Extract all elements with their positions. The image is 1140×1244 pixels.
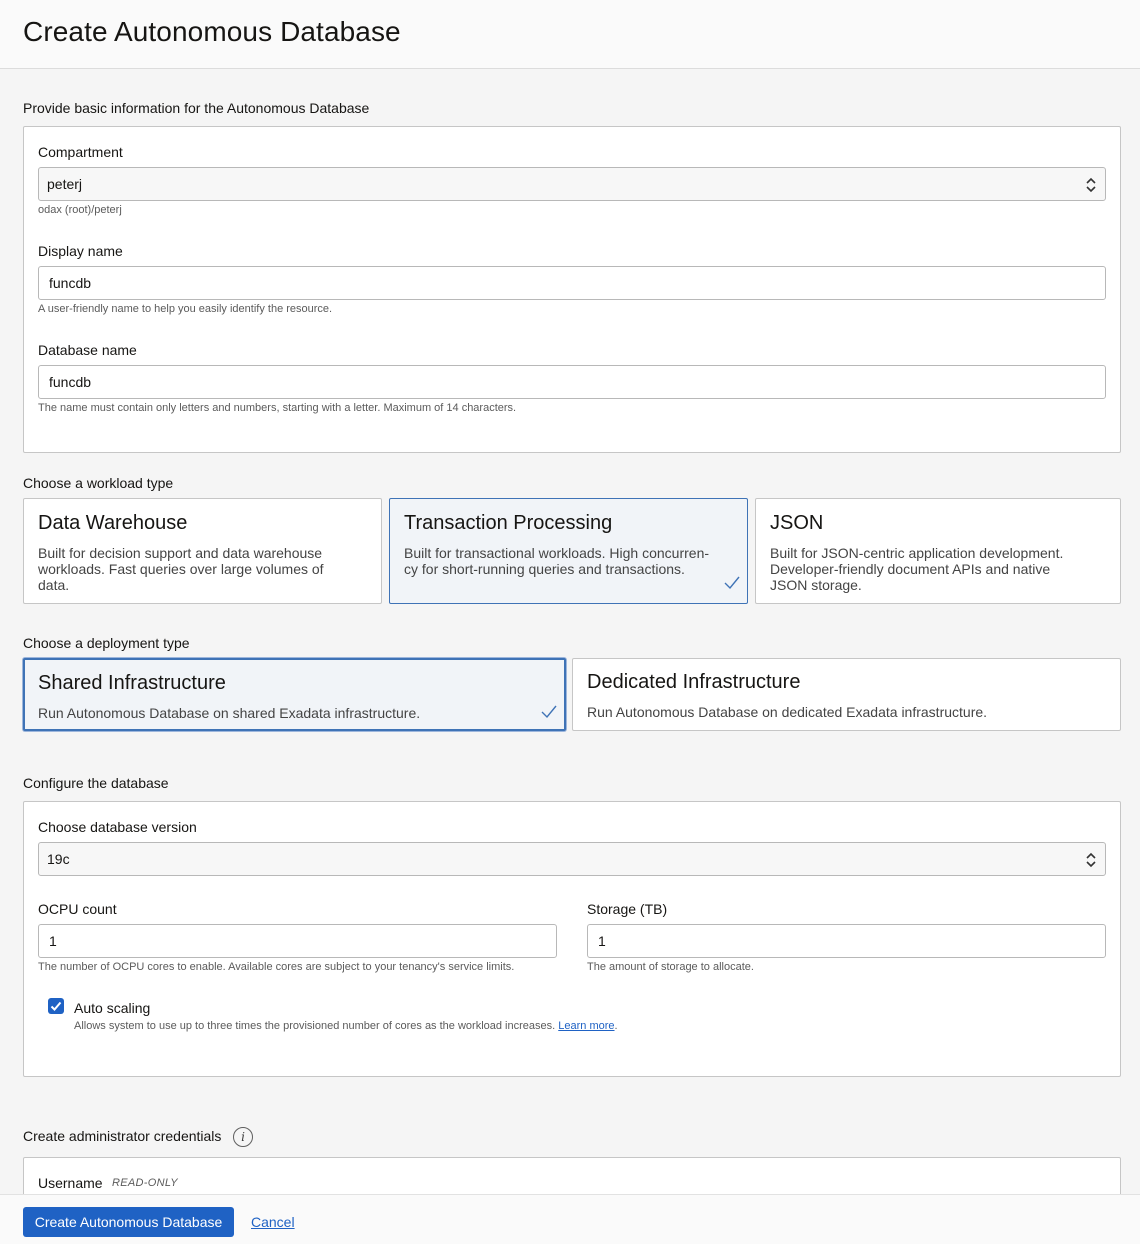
display-name-value: funcdb (49, 275, 92, 291)
storage-label: Storage (TB) (587, 901, 668, 917)
database-name-value: funcdb (49, 374, 92, 390)
compartment-help: odax (root)/peterj (38, 204, 122, 216)
basic-info-section-label: Provide basic information for the Autono… (23, 100, 370, 116)
workload-card-title: Transaction Processing (404, 512, 613, 534)
workload-card-desc: Built for decision support and data ware… (38, 545, 324, 593)
deployment-section-label: Choose a deployment type (23, 635, 190, 651)
storage-help: The amount of storage to allocate. (587, 961, 754, 973)
deployment-card-title: Shared Infrastructure (38, 672, 226, 694)
db-version-label: Choose database version (38, 819, 197, 835)
ocpu-help: The number of OCPU cores to enable. Avai… (38, 961, 515, 973)
database-name-help: The name must contain only letters and n… (38, 402, 517, 414)
page-title: Create Autonomous Database (23, 16, 401, 47)
create-adb-page: Create Autonomous Database Provide basic… (0, 0, 1140, 1244)
desc-line: cy for short-running queries and transac… (404, 561, 685, 577)
auto-scaling-label[interactable]: Auto scaling (74, 1000, 150, 1016)
deployment-card-shared[interactable]: Shared Infrastructure Run Autonomous Dat… (23, 658, 566, 731)
select-chevron-icon (1086, 177, 1096, 193)
deployment-card-desc: Run Autonomous Database on dedicated Exa… (587, 704, 988, 720)
workload-section-label: Choose a workload type (23, 475, 174, 491)
read-only-badge: READ-ONLY (112, 1177, 178, 1189)
create-adb-button[interactable]: Create Autonomous Database (23, 1207, 234, 1237)
db-version-value: 19c (47, 851, 70, 867)
deployment-card-dedicated[interactable]: Dedicated Infrastructure Run Autonomous … (572, 658, 1121, 731)
desc-line: workloads. Fast queries over large volum… (38, 561, 324, 577)
desc-line: Built for transactional workloads. High … (404, 545, 710, 561)
ocpu-count-field[interactable]: 1 (38, 924, 557, 958)
auto-scaling-help-text: Allows system to use up to three times t… (74, 1020, 556, 1032)
page-header: Create Autonomous Database (0, 0, 1140, 69)
workload-card-title: Data Warehouse (38, 512, 188, 534)
select-chevron-icon (1086, 852, 1096, 868)
deployment-card-desc: Run Autonomous Database on shared Exadat… (38, 705, 421, 721)
workload-card-desc: Built for transactional workloads. High … (404, 545, 709, 577)
storage-field[interactable]: 1 (587, 924, 1106, 958)
auto-scaling-checkbox[interactable] (48, 998, 64, 1014)
desc-line: data. (38, 577, 70, 593)
database-name-field[interactable]: funcdb (38, 365, 1106, 399)
auto-scaling-help: Allows system to use up to three times t… (74, 1020, 618, 1032)
workload-card-desc: Built for JSON-centric application devel… (770, 545, 1063, 593)
display-name-label: Display name (38, 243, 123, 259)
username-label: Username (38, 1175, 103, 1191)
configure-section-label: Configure the database (23, 775, 169, 791)
desc-line: Built for decision support and data ware… (38, 545, 323, 561)
ocpu-label: OCPU count (38, 901, 117, 917)
learn-more-link[interactable]: Learn more (558, 1020, 614, 1032)
basic-info-panel: Compartment peterj odax (root)/peterj Di… (23, 126, 1121, 453)
workload-card-title: JSON (770, 512, 824, 534)
desc-line: Built for JSON-centric application devel… (770, 545, 1064, 561)
info-icon[interactable]: i (233, 1127, 253, 1147)
checkmark-icon (724, 576, 740, 590)
workload-card-transaction-processing[interactable]: Transaction Processing Built for transac… (389, 498, 748, 604)
footer-bar: Create Autonomous Database Cancel (0, 1194, 1140, 1244)
db-version-select[interactable]: 19c (38, 842, 1106, 876)
deployment-card-title: Dedicated Infrastructure (587, 671, 801, 693)
configure-panel: Choose database version 19c OCPU count 1… (23, 801, 1121, 1077)
checkmark-icon (50, 1001, 62, 1011)
compartment-select[interactable]: peterj (38, 167, 1106, 201)
help-period: . (614, 1020, 618, 1032)
admin-section-label: Create administrator credentials (23, 1128, 222, 1144)
workload-card-data-warehouse[interactable]: Data Warehouse Built for decision suppor… (23, 498, 382, 604)
ocpu-value: 1 (49, 933, 57, 949)
desc-line: Developer-friendly document APIs and nat… (770, 561, 1051, 577)
database-name-label: Database name (38, 342, 137, 358)
compartment-value: peterj (47, 176, 83, 192)
cancel-link[interactable]: Cancel (251, 1214, 295, 1230)
compartment-label: Compartment (38, 144, 123, 160)
desc-line: JSON storage. (770, 577, 862, 593)
display-name-field[interactable]: funcdb (38, 266, 1106, 300)
workload-card-json[interactable]: JSON Built for JSON-centric application … (755, 498, 1121, 604)
display-name-help: A user-friendly name to help you easily … (38, 303, 333, 315)
storage-value: 1 (598, 933, 606, 949)
checkmark-icon (541, 705, 557, 719)
